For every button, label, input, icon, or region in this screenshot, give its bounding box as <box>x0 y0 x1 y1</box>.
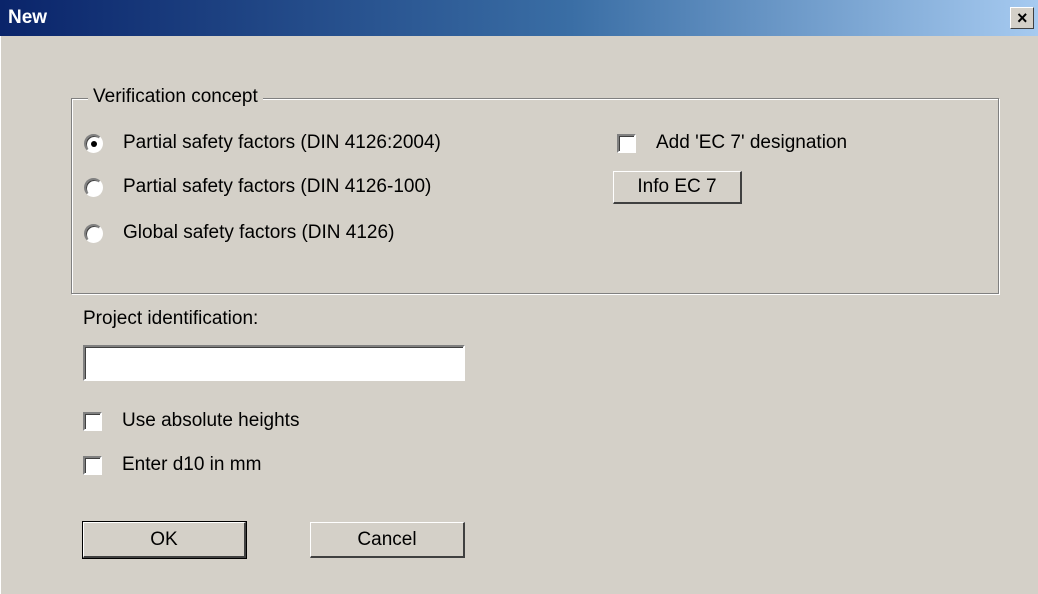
radio-button-selected[interactable] <box>84 133 103 153</box>
info-ec7-button[interactable]: Info EC 7 <box>613 171 742 204</box>
dialog-body: Verification concept Partial safety fact… <box>0 36 1038 594</box>
use-absolute-heights-label: Use absolute heights <box>122 410 300 431</box>
new-dialog: New × Verification concept Partial safet… <box>0 0 1038 594</box>
add-ec7-designation-checkbox[interactable]: Add 'EC 7' designation <box>617 132 847 154</box>
verification-concept-group: Verification concept Partial safety fact… <box>71 86 999 294</box>
checkbox-box[interactable] <box>617 133 636 153</box>
title-bar[interactable]: New × <box>0 0 1038 36</box>
checkbox-box[interactable] <box>83 455 102 475</box>
add-ec7-designation-label: Add 'EC 7' designation <box>656 132 848 153</box>
radio-din-4126-2004[interactable]: Partial safety factors (DIN 4126:2004) <box>84 132 441 154</box>
checkbox-box[interactable] <box>83 411 102 431</box>
radio-button[interactable] <box>84 223 103 243</box>
ok-button[interactable]: OK <box>82 521 247 559</box>
radio-global-din-4126[interactable]: Global safety factors (DIN 4126) <box>84 222 394 244</box>
cancel-button[interactable]: Cancel <box>310 522 465 558</box>
radio-din-4126-100[interactable]: Partial safety factors (DIN 4126-100) <box>84 176 431 198</box>
enter-d10-in-mm-checkbox[interactable]: Enter d10 in mm <box>83 454 261 476</box>
radio-label-global-din-4126: Global safety factors (DIN 4126) <box>123 222 395 243</box>
radio-label-din-4126-2004: Partial safety factors (DIN 4126:2004) <box>123 132 441 153</box>
close-button[interactable]: × <box>1010 7 1034 29</box>
dialog-title: New <box>8 7 48 28</box>
project-identification-label: Project identification: <box>83 308 259 329</box>
verification-concept-label: Verification concept <box>88 86 263 108</box>
project-identification-input[interactable] <box>83 345 465 381</box>
radio-label-din-4126-100: Partial safety factors (DIN 4126-100) <box>123 176 432 197</box>
use-absolute-heights-checkbox[interactable]: Use absolute heights <box>83 410 299 432</box>
close-icon: × <box>1017 8 1028 28</box>
enter-d10-in-mm-label: Enter d10 in mm <box>122 454 262 475</box>
radio-button[interactable] <box>84 177 103 197</box>
